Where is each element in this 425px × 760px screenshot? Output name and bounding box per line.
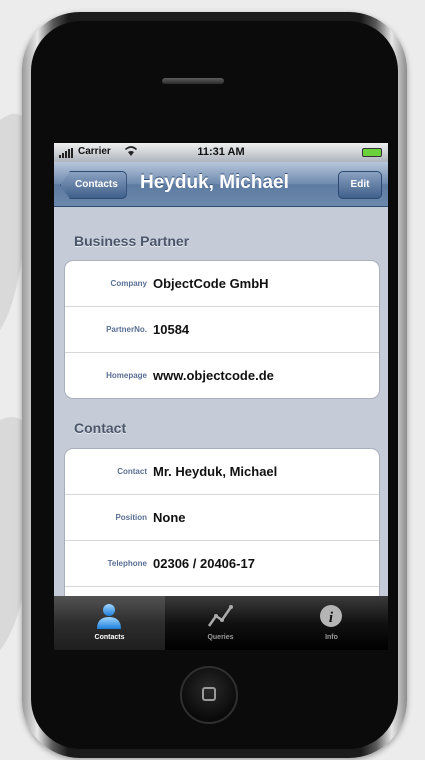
row-value: 02306 / 20406-17 <box>153 556 255 571</box>
row-label: Homepage <box>106 371 147 380</box>
table-row[interactable]: PartnerNo. 10584 <box>65 307 379 353</box>
row-value: Mr. Heyduk, Michael <box>153 464 278 479</box>
row-value: None <box>153 510 186 525</box>
home-button[interactable] <box>180 666 238 724</box>
back-button[interactable]: Contacts <box>60 171 127 199</box>
section-header-business-partner: Business Partner <box>74 233 190 249</box>
battery-icon <box>362 148 382 157</box>
home-square-icon <box>202 687 216 701</box>
clock: 11:31 AM <box>197 146 245 158</box>
table-row[interactable]: Contact Mr. Heyduk, Michael <box>65 449 379 495</box>
status-bar: Carrier 11:31 AM <box>54 143 388 162</box>
person-icon <box>97 604 121 629</box>
earpiece-speaker <box>162 78 224 84</box>
page-title: Heyduk, Michael <box>140 172 289 193</box>
tab-label: Info <box>325 634 338 641</box>
row-label: Contact <box>117 467 147 476</box>
row-label: PartnerNo. <box>106 325 147 334</box>
row-label: Company <box>110 279 147 288</box>
screen: Carrier 11:31 AM Contacts Heyduk, Michae… <box>54 143 388 650</box>
tab-label: Queries <box>207 634 234 641</box>
row-label: Telephone <box>107 559 147 568</box>
row-label: Position <box>115 513 147 522</box>
tab-info[interactable]: i Info <box>276 596 387 650</box>
business-partner-group: Company ObjectCode GmbH PartnerNo. 10584… <box>64 260 380 399</box>
navigation-bar: Contacts Heyduk, Michael Edit <box>54 162 388 207</box>
chart-line-icon <box>207 605 233 627</box>
edit-button[interactable]: Edit <box>338 171 382 199</box>
row-value: www.objectcode.de <box>153 368 274 383</box>
tab-contacts[interactable]: Contacts <box>54 596 165 650</box>
info-icon: i <box>320 605 342 627</box>
table-row[interactable]: Telephone 02306 / 20406-17 <box>65 541 379 587</box>
table-row[interactable]: Homepage www.objectcode.de <box>65 353 379 398</box>
table-row[interactable]: Company ObjectCode GmbH <box>65 261 379 307</box>
row-value: 10584 <box>153 322 190 337</box>
row-value: ObjectCode GmbH <box>153 276 269 291</box>
tab-queries[interactable]: Queries <box>165 596 276 650</box>
section-header-contact: Contact <box>74 420 127 436</box>
tab-bar: Contacts Queries i Info <box>54 596 388 650</box>
tab-label: Contacts <box>94 634 125 641</box>
table-row[interactable]: Position None <box>65 495 379 541</box>
